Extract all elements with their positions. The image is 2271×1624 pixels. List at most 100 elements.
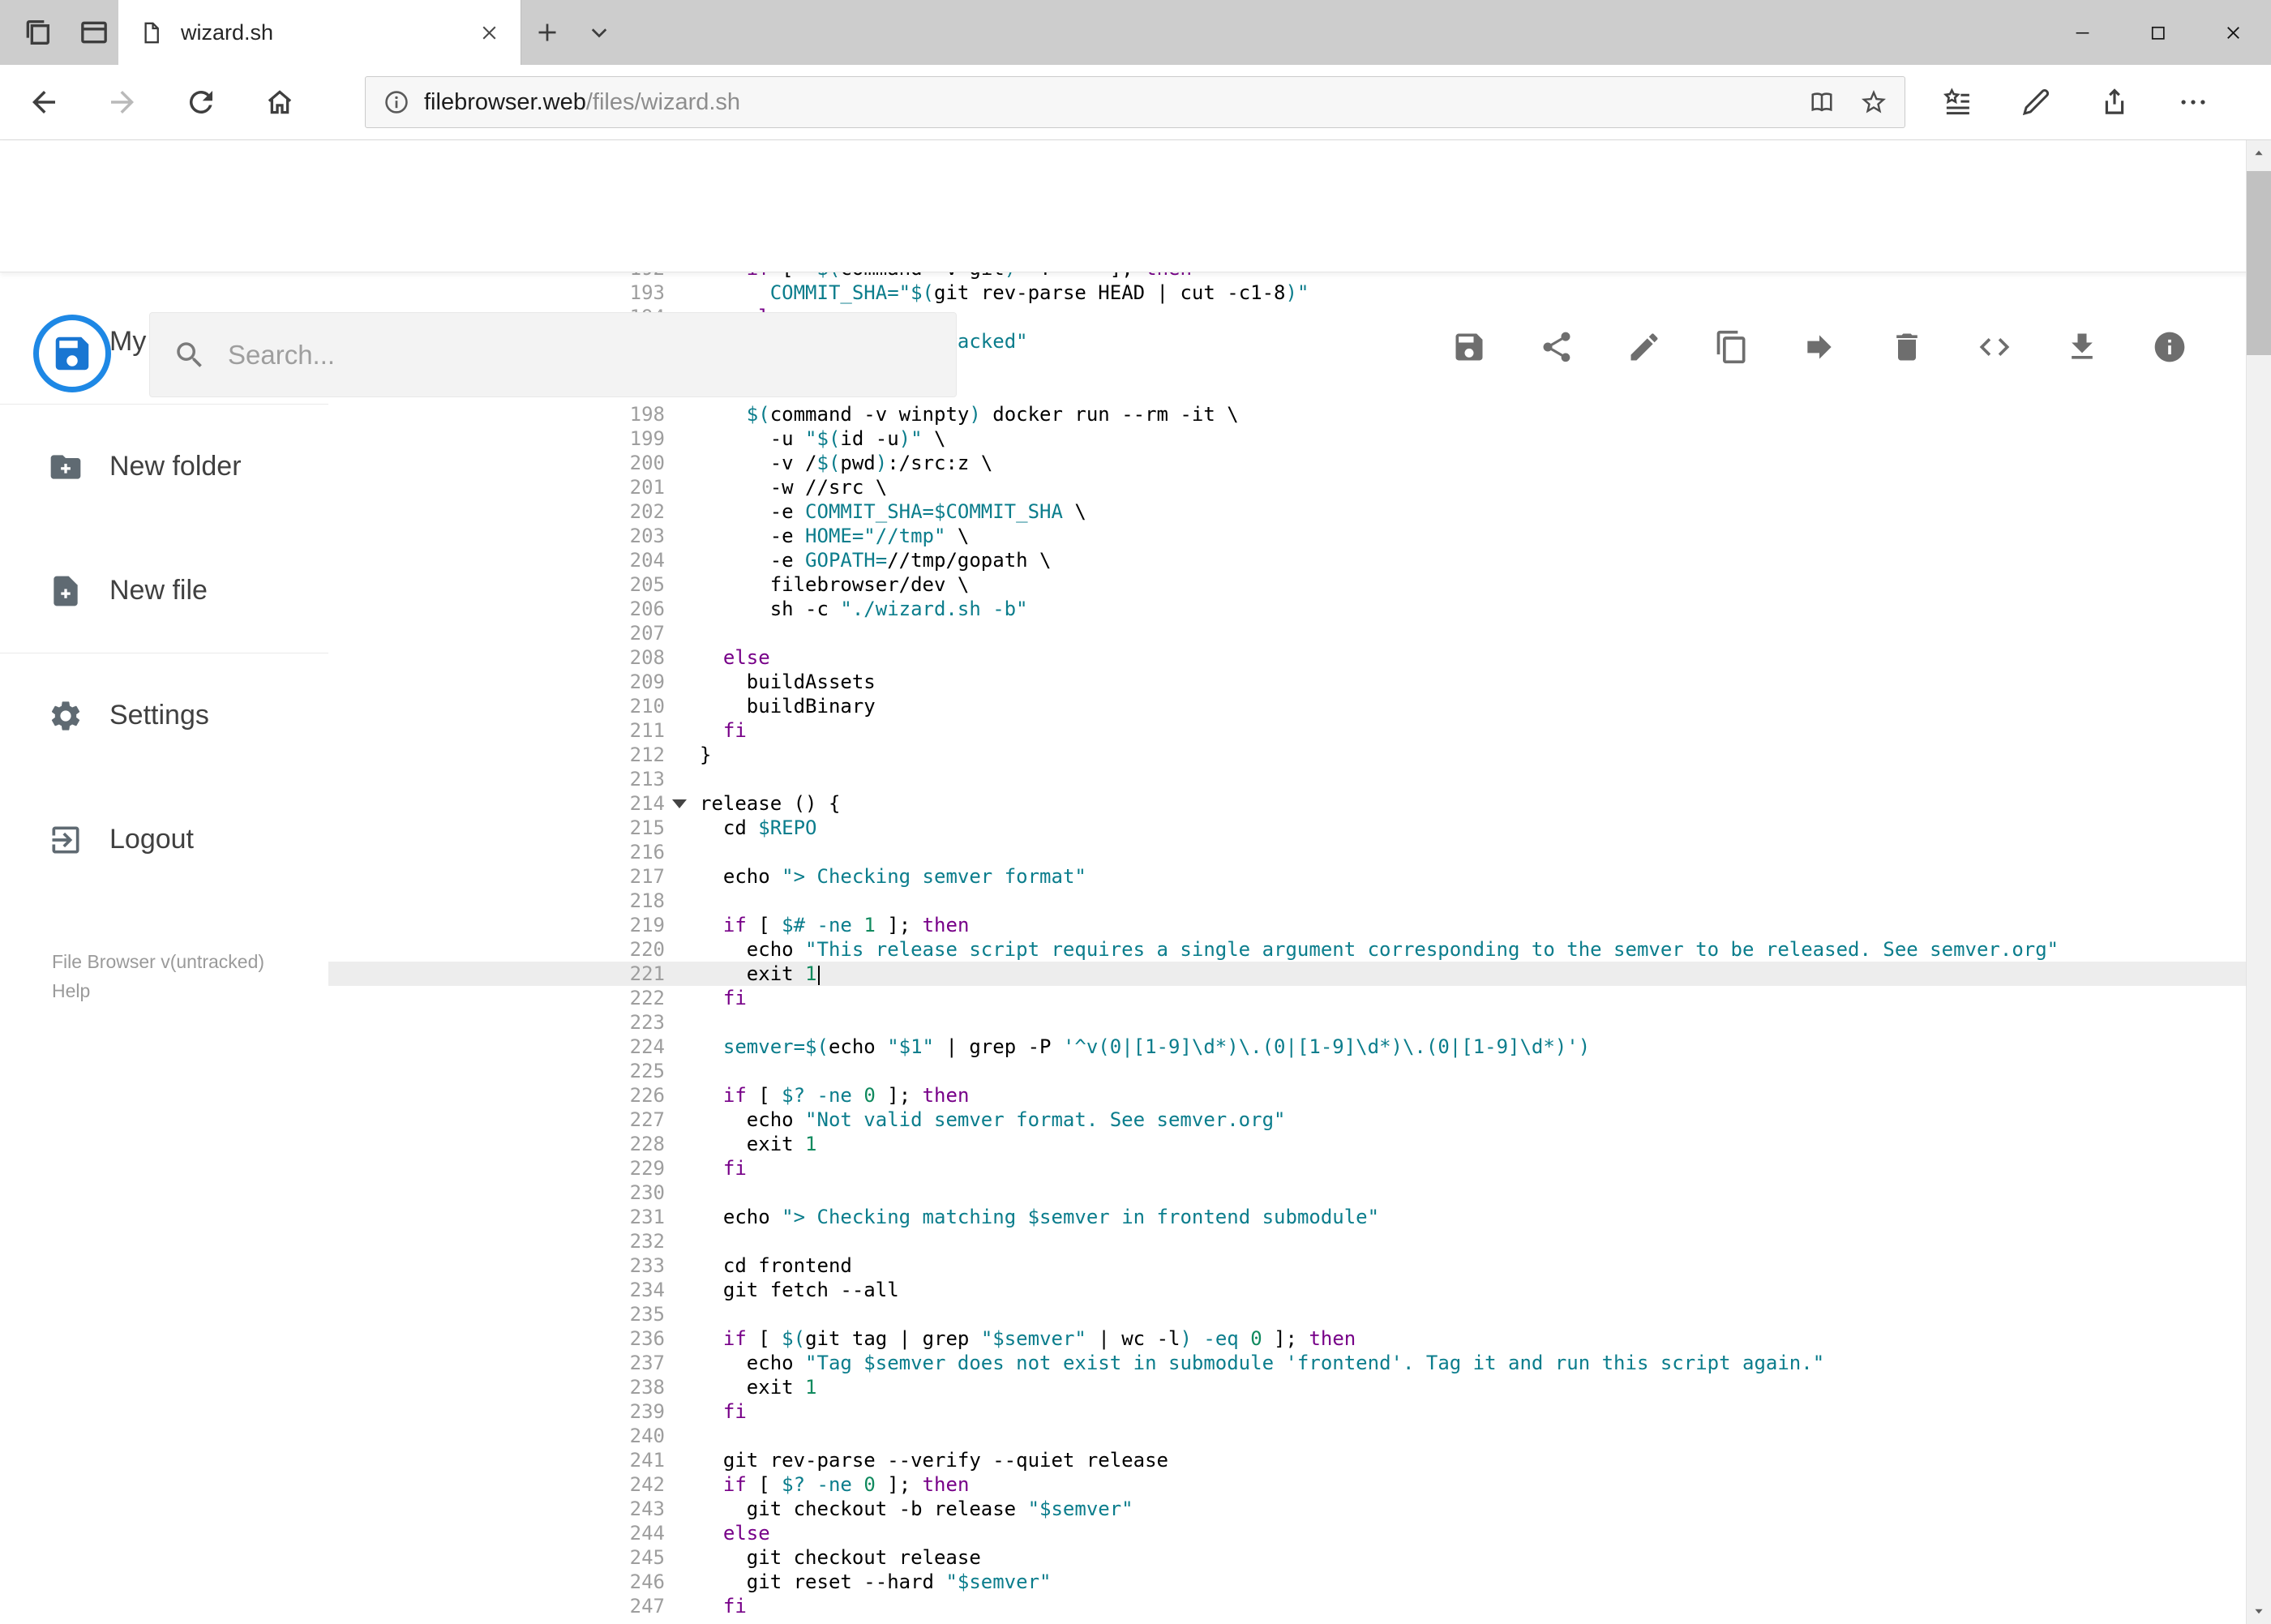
page-scrollbar[interactable]: [2246, 140, 2271, 1624]
code-line-208[interactable]: 208 else: [328, 645, 2246, 670]
code-line-204[interactable]: 204 -e GOPATH=//tmp/gopath \: [328, 548, 2246, 572]
code-line-225[interactable]: 225: [328, 1059, 2246, 1083]
code-line-240[interactable]: 240: [328, 1424, 2246, 1448]
code-line-245[interactable]: 245 git checkout release: [328, 1545, 2246, 1570]
web-note-button[interactable]: [2010, 76, 2062, 128]
hub-button[interactable]: [1931, 76, 1983, 128]
code-line-192[interactable]: 192 if [ "$(command -v git)" != "" ]; th…: [328, 272, 2246, 281]
window-minimize-button[interactable]: [2045, 0, 2120, 65]
share-button[interactable]: [2089, 76, 2140, 128]
window-close-button[interactable]: [2196, 0, 2271, 65]
new-tab-button[interactable]: [521, 0, 573, 65]
code-line-199[interactable]: 199 -u "$(id -u)" \: [328, 426, 2246, 451]
more-button[interactable]: [2167, 76, 2219, 128]
code-line-219[interactable]: 219 if [ $# -ne 1 ]; then: [328, 913, 2246, 937]
code-line-236[interactable]: 236 if [ $(git tag | grep "$semver" | wc…: [328, 1326, 2246, 1351]
help-link[interactable]: Help: [52, 980, 90, 1001]
code-token: ];: [1098, 272, 1145, 280]
code-line-238[interactable]: 238 exit 1: [328, 1375, 2246, 1399]
file-toolbar: [1451, 281, 2187, 413]
code-line-235[interactable]: 235: [328, 1302, 2246, 1326]
code-line-210[interactable]: 210 buildBinary: [328, 694, 2246, 718]
window-maximize-button[interactable]: [2120, 0, 2196, 65]
code-line-218[interactable]: 218: [328, 889, 2246, 913]
code-line-246[interactable]: 246 git reset --hard "$semver": [328, 1570, 2246, 1594]
tab-close-icon[interactable]: [478, 21, 501, 45]
code-line-229[interactable]: 229 fi: [328, 1156, 2246, 1181]
scrollbar-thumb[interactable]: [2247, 171, 2271, 355]
code-line-215[interactable]: 215 cd $REPO: [328, 816, 2246, 840]
set-tabs-aside-button[interactable]: [21, 16, 54, 49]
code-line-217[interactable]: 217 echo "> Checking semver format": [328, 864, 2246, 889]
code-token: ): [1578, 1035, 1591, 1058]
code-line-202[interactable]: 202 -e COMMIT_SHA=$COMMIT_SHA \: [328, 499, 2246, 524]
fold-arrow-icon[interactable]: [672, 799, 687, 808]
share-button[interactable]: [1539, 329, 1575, 365]
refresh-button[interactable]: [175, 76, 227, 128]
code-line-227[interactable]: 227 echo "Not valid semver format. See s…: [328, 1108, 2246, 1132]
rename-button[interactable]: [1626, 329, 1662, 365]
code-line-233[interactable]: 233 cd frontend: [328, 1253, 2246, 1278]
copy-button[interactable]: [1714, 329, 1750, 365]
code-line-212[interactable]: 212}: [328, 743, 2246, 767]
code-line-222[interactable]: 222 fi: [328, 986, 2246, 1010]
code-view-button[interactable]: [1977, 329, 2012, 365]
scroll-up-button[interactable]: [2247, 140, 2271, 166]
code-line-220[interactable]: 220 echo "This release script requires a…: [328, 937, 2246, 962]
code-line-214[interactable]: 214 release () {: [328, 791, 2246, 816]
code-line-211[interactable]: 211 fi: [328, 718, 2246, 743]
line-number: 240: [629, 1425, 665, 1447]
code-line-230[interactable]: 230: [328, 1181, 2246, 1205]
code-line-224[interactable]: 224 semver=$(echo "$1" | grep -P '^v(0|[…: [328, 1035, 2246, 1059]
code-line-237[interactable]: 237 echo "Tag $semver does not exist in …: [328, 1351, 2246, 1375]
save-button[interactable]: [1451, 329, 1487, 365]
back-button[interactable]: [18, 76, 70, 128]
code-line-200[interactable]: 200 -v /$(pwd):/src:z \: [328, 451, 2246, 475]
code-line-232[interactable]: 232: [328, 1229, 2246, 1253]
info-button[interactable]: [2152, 329, 2187, 365]
code-line-209[interactable]: 209 buildAssets: [328, 670, 2246, 694]
sidebar-item-logout[interactable]: Logout: [0, 778, 328, 902]
code-line-226[interactable]: 226 if [ $? -ne 0 ]; then: [328, 1083, 2246, 1108]
search-bar[interactable]: [149, 312, 957, 397]
code-line-244[interactable]: 244 else: [328, 1521, 2246, 1545]
code-line-247[interactable]: 247 fi: [328, 1594, 2246, 1618]
code-line-203[interactable]: 203 -e HOME="//tmp" \: [328, 524, 2246, 548]
delete-button[interactable]: [1889, 329, 1925, 365]
code-line-242[interactable]: 242 if [ $? -ne 0 ]; then: [328, 1472, 2246, 1497]
sidebar-item-settings[interactable]: Settings: [0, 653, 328, 778]
code-line-201[interactable]: 201 -w //src \: [328, 475, 2246, 499]
move-button[interactable]: [1802, 329, 1837, 365]
scroll-down-button[interactable]: [2247, 1598, 2271, 1624]
site-info-icon[interactable]: [382, 88, 411, 117]
add-favorite-icon[interactable]: [1859, 88, 1888, 117]
forward-button[interactable]: [96, 76, 148, 128]
code-line-216[interactable]: 216: [328, 840, 2246, 864]
address-bar[interactable]: filebrowser.web/files/wizard.sh: [365, 76, 1905, 128]
code-line-221[interactable]: 221 exit 1: [328, 962, 2246, 986]
reading-view-icon[interactable]: [1807, 88, 1836, 117]
code-line-228[interactable]: 228 exit 1: [328, 1132, 2246, 1156]
browser-tab[interactable]: wizard.sh: [118, 0, 521, 65]
code-editor[interactable]: 192 if [ "$(command -v git)" != "" ]; th…: [328, 272, 2246, 1624]
code-line-241[interactable]: 241 git rev-parse --verify --quiet relea…: [328, 1448, 2246, 1472]
search-input[interactable]: [228, 339, 933, 371]
code-line-213[interactable]: 213: [328, 767, 2246, 791]
code-line-231[interactable]: 231 echo "> Checking matching $semver in…: [328, 1205, 2246, 1229]
code-line-207[interactable]: 207: [328, 621, 2246, 645]
sidebar-item-new-file[interactable]: New file: [0, 529, 328, 653]
code-token: fi: [722, 719, 747, 742]
code-line-205[interactable]: 205 filebrowser/dev \: [328, 572, 2246, 597]
code-line-206[interactable]: 206 sh -c "./wizard.sh -b": [328, 597, 2246, 621]
tab-list-button[interactable]: [573, 0, 625, 65]
download-button[interactable]: [2064, 329, 2100, 365]
code-line-243[interactable]: 243 git checkout -b release "$semver": [328, 1497, 2246, 1521]
tab-preview-button[interactable]: [78, 16, 110, 49]
code-line-223[interactable]: 223: [328, 1010, 2246, 1035]
code-line-234[interactable]: 234 git fetch --all: [328, 1278, 2246, 1302]
sidebar-item-new-folder[interactable]: New folder: [0, 405, 328, 529]
code-text: cd $REPO: [665, 816, 2246, 840]
code-line-239[interactable]: 239 fi: [328, 1399, 2246, 1424]
home-button[interactable]: [254, 76, 306, 128]
